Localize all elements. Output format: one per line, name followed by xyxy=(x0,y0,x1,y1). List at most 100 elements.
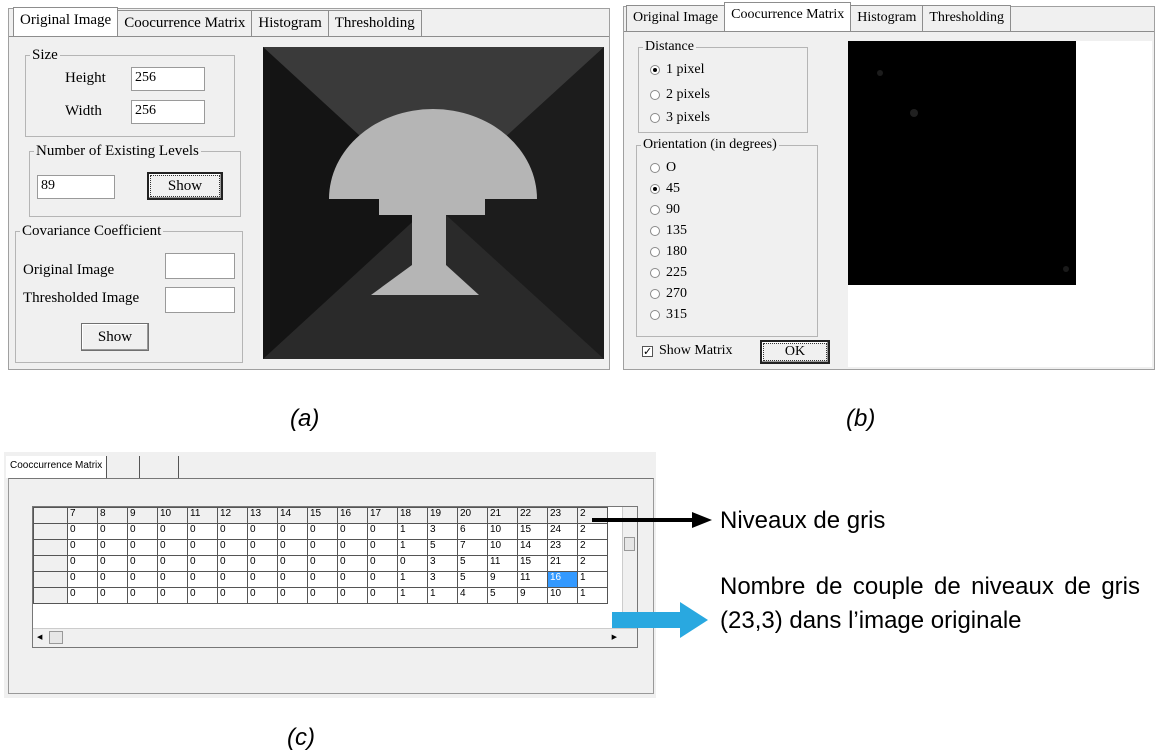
tab-original-image[interactable]: Original Image xyxy=(626,5,726,31)
orientation-option-270[interactable]: 270 xyxy=(650,286,687,302)
table-cell[interactable]: 0 xyxy=(187,539,218,556)
ok-button[interactable]: OK xyxy=(760,340,830,364)
row-header[interactable] xyxy=(33,539,68,556)
table-cell[interactable]: 0 xyxy=(67,539,98,556)
tab-histogram[interactable]: Histogram xyxy=(251,10,329,36)
scroll-right-arrow-icon[interactable]: ▶ xyxy=(612,633,617,641)
tab-empty-1[interactable] xyxy=(107,456,141,478)
table-cell[interactable]: 1 xyxy=(577,587,608,604)
scroll-down-arrow-icon[interactable]: ▼ xyxy=(626,616,633,623)
table-cell[interactable]: 0 xyxy=(277,587,308,604)
table-cell[interactable]: 0 xyxy=(187,587,218,604)
table-cell[interactable]: 0 xyxy=(97,539,128,556)
table-cell[interactable]: 1 xyxy=(577,571,608,588)
table-cell[interactable]: 10 xyxy=(487,539,518,556)
table-cell[interactable]: 21 xyxy=(547,555,578,572)
tab-coocurrence-matrix[interactable]: Coocurrence Matrix xyxy=(724,2,852,32)
table-cell[interactable]: 0 xyxy=(397,555,428,572)
table-cell[interactable]: 0 xyxy=(217,523,248,540)
table-cell[interactable]: 11 xyxy=(517,571,548,588)
orientation-option-180[interactable]: 180 xyxy=(650,244,687,260)
table-cell[interactable]: 0 xyxy=(247,587,278,604)
orientation-option-225[interactable]: 225 xyxy=(650,265,687,281)
table-cell[interactable]: 0 xyxy=(247,571,278,588)
table-cell[interactable]: 3 xyxy=(427,523,458,540)
table-cell[interactable]: 3 xyxy=(427,571,458,588)
table-cell[interactable]: 6 xyxy=(457,523,488,540)
vertical-scroll-thumb[interactable] xyxy=(624,537,635,551)
table-cell[interactable]: 0 xyxy=(67,523,98,540)
table-cell[interactable]: 0 xyxy=(367,523,398,540)
table-cell[interactable]: 0 xyxy=(97,555,128,572)
table-cell[interactable]: 1 xyxy=(397,571,428,588)
table-cell[interactable]: 0 xyxy=(127,555,158,572)
table-cell[interactable]: 0 xyxy=(367,571,398,588)
table-cell[interactable]: 0 xyxy=(187,555,218,572)
table-cell[interactable]: 0 xyxy=(307,523,338,540)
table-cell[interactable]: 0 xyxy=(97,523,128,540)
table-cell[interactable]: 0 xyxy=(247,539,278,556)
scroll-left-arrow-icon[interactable]: ◀ xyxy=(37,633,42,641)
table-cell[interactable]: 0 xyxy=(277,555,308,572)
table-cell[interactable]: 0 xyxy=(217,539,248,556)
thresholded-cov-field[interactable] xyxy=(165,287,235,313)
tab-cooccurrence-matrix[interactable]: Cooccurrence Matrix xyxy=(6,456,108,478)
table-cell[interactable]: 11 xyxy=(487,555,518,572)
table-cell[interactable]: 0 xyxy=(247,555,278,572)
table-cell[interactable]: 5 xyxy=(457,571,488,588)
table-cell[interactable]: 4 xyxy=(457,587,488,604)
table-cell[interactable]: 0 xyxy=(247,523,278,540)
orientation-option-135[interactable]: 135 xyxy=(650,223,687,239)
table-cell[interactable]: 9 xyxy=(487,571,518,588)
table-cell[interactable]: 0 xyxy=(127,571,158,588)
table-cell[interactable]: 0 xyxy=(127,523,158,540)
table-cell[interactable]: 0 xyxy=(337,587,368,604)
table-cell[interactable]: 15 xyxy=(517,523,548,540)
row-header[interactable] xyxy=(33,555,68,572)
table-cell[interactable]: 0 xyxy=(337,523,368,540)
table-cell[interactable]: 2 xyxy=(577,539,608,556)
table-cell[interactable]: 0 xyxy=(217,555,248,572)
width-field[interactable]: 256 xyxy=(131,100,205,124)
table-cell[interactable]: 10 xyxy=(487,523,518,540)
table-cell[interactable]: 0 xyxy=(127,587,158,604)
levels-field[interactable]: 89 xyxy=(37,175,115,199)
table-cell[interactable]: 0 xyxy=(367,539,398,556)
table-cell[interactable]: 2 xyxy=(577,523,608,540)
tab-thresholding[interactable]: Thresholding xyxy=(327,10,422,36)
table-cell[interactable]: 1 xyxy=(427,587,458,604)
row-header[interactable] xyxy=(33,523,68,540)
table-cell[interactable]: 0 xyxy=(217,571,248,588)
table-cell[interactable]: 0 xyxy=(187,523,218,540)
table-cell[interactable]: 0 xyxy=(67,587,98,604)
tab-original-image[interactable]: Original Image xyxy=(13,7,119,37)
table-cell[interactable]: 0 xyxy=(157,523,188,540)
table-cell[interactable]: 0 xyxy=(307,587,338,604)
table-cell[interactable]: 0 xyxy=(157,571,188,588)
table-cell[interactable]: 0 xyxy=(337,555,368,572)
table-cell[interactable]: 0 xyxy=(337,539,368,556)
table-cell[interactable]: 5 xyxy=(457,555,488,572)
distance-option-3[interactable]: 3 pixels xyxy=(650,110,710,126)
tab-coocurrence-matrix[interactable]: Coocurrence Matrix xyxy=(117,10,253,36)
row-header[interactable] xyxy=(33,587,68,604)
show-matrix-checkbox[interactable]: ✓ Show Matrix xyxy=(642,343,733,359)
table-cell[interactable]: 0 xyxy=(307,555,338,572)
table-cell[interactable]: 0 xyxy=(157,555,188,572)
table-cell[interactable]: 0 xyxy=(277,539,308,556)
orientation-option-0[interactable]: O xyxy=(650,160,676,176)
tab-thresholding[interactable]: Thresholding xyxy=(922,5,1012,31)
table-cell[interactable]: 24 xyxy=(547,523,578,540)
row-header[interactable] xyxy=(33,571,68,588)
covariance-show-button[interactable]: Show xyxy=(81,323,149,351)
table-cell[interactable]: 0 xyxy=(217,587,248,604)
table-cell[interactable]: 1 xyxy=(397,523,428,540)
original-cov-field[interactable] xyxy=(165,253,235,279)
table-cell[interactable]: 7 xyxy=(457,539,488,556)
table-cell[interactable]: 0 xyxy=(367,587,398,604)
table-cell[interactable]: 0 xyxy=(157,539,188,556)
table-cell[interactable]: 0 xyxy=(337,571,368,588)
table-cell[interactable]: 0 xyxy=(307,539,338,556)
table-cell[interactable]: 2 xyxy=(577,555,608,572)
table-cell[interactable]: 14 xyxy=(517,539,548,556)
